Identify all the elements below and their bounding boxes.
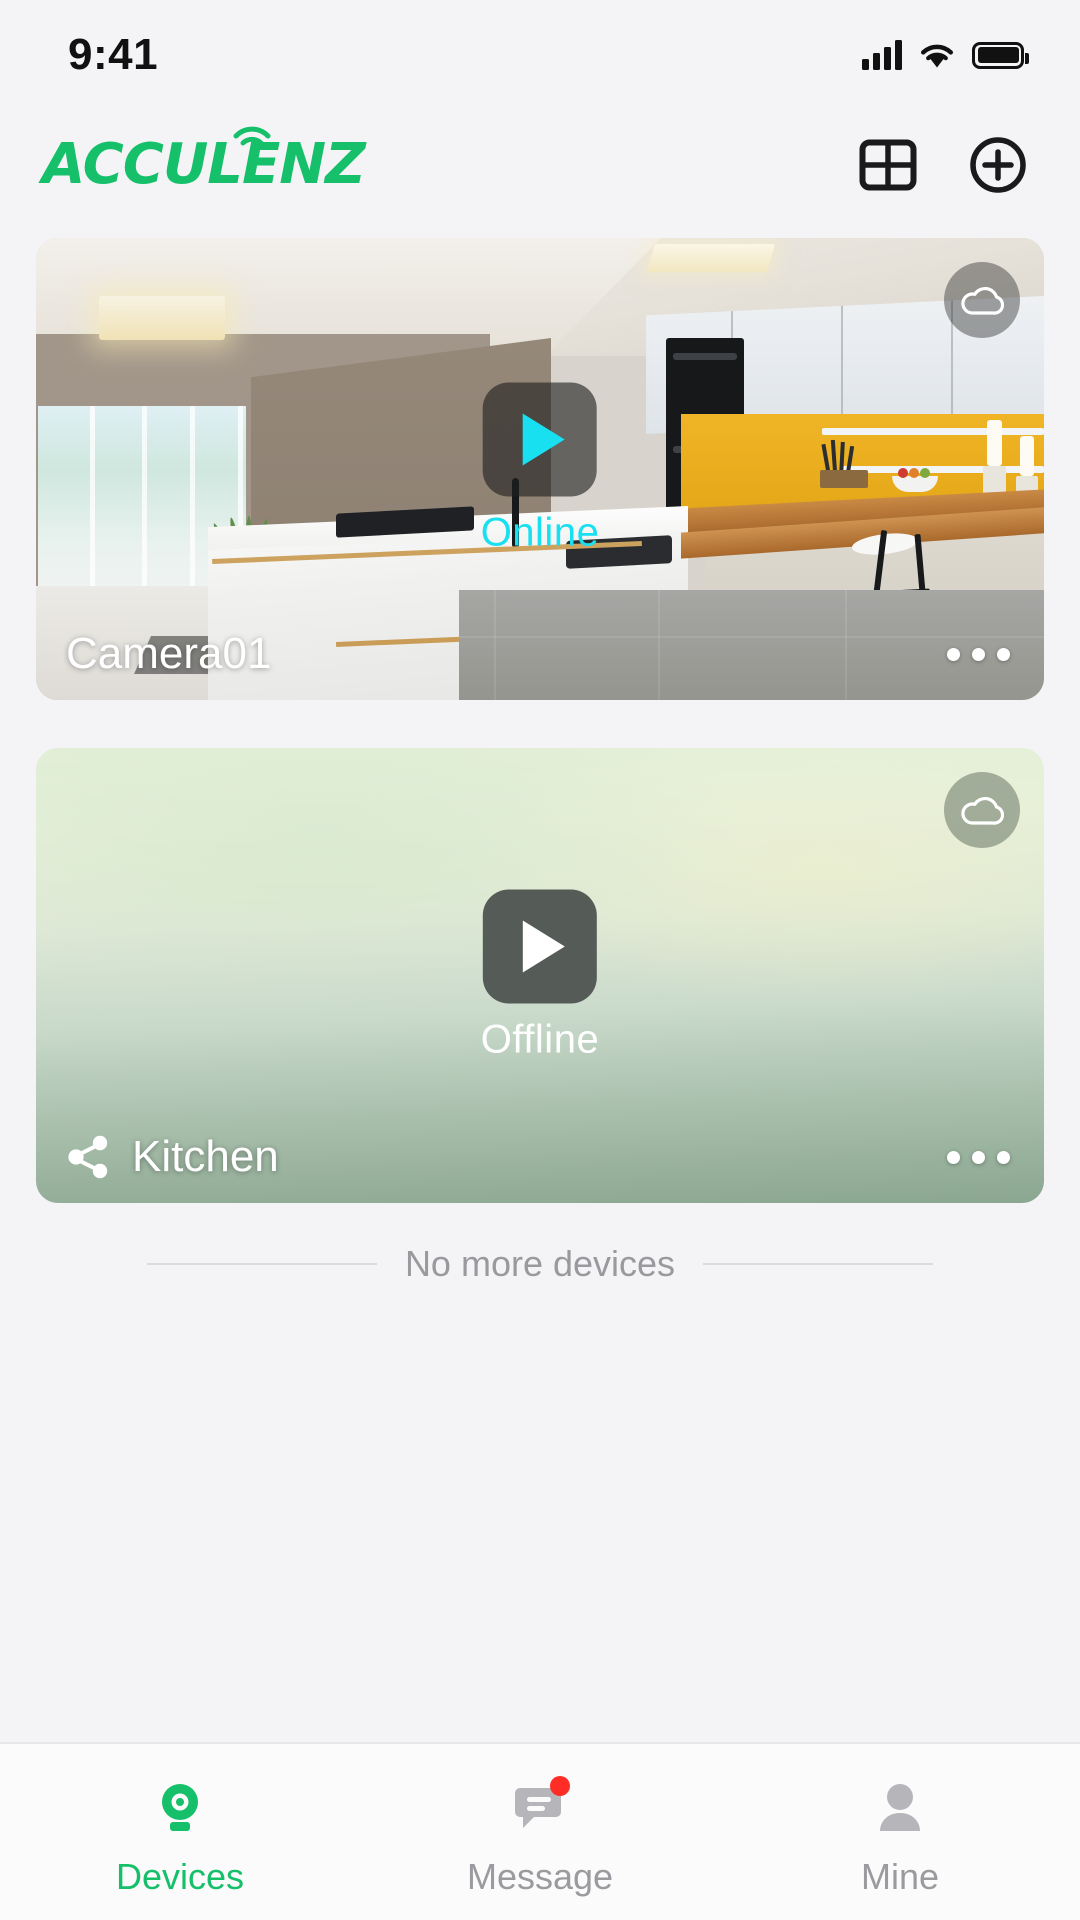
device-status-online: Online [480,510,600,555]
play-button[interactable] [483,382,597,497]
device-name-group: Kitchen [66,1132,279,1182]
play-button[interactable] [482,889,597,1003]
status-bar-indicators [862,40,1029,70]
header-actions [856,133,1030,197]
device-name: Camera01 [66,629,272,678]
camera-icon [148,1776,212,1840]
grid-view-icon [859,139,917,191]
tab-mine-label: Mine [860,1856,940,1897]
bottom-tab-bar: Devices Message Mine [0,1742,1080,1920]
message-icon [508,1776,572,1840]
person-icon [868,1776,932,1840]
status-bar-time: 9:41 [68,30,159,79]
device-card-footer: Kitchen [36,1111,1044,1203]
play-icon [523,413,565,466]
cloud-storage-button[interactable] [944,262,1020,338]
add-device-button[interactable] [966,133,1030,197]
divider-left [146,1263,377,1265]
divider-right [703,1263,934,1265]
device-name: Kitchen [132,1132,279,1181]
device-name-group: Camera01 [66,629,271,679]
device-card-kitchen[interactable]: Offline Kitchen [36,748,1044,1203]
device-status-offline: Offline [480,1017,600,1061]
list-end-indicator: No more devices [36,1243,1044,1285]
play-overlay[interactable]: Offline [481,889,599,1062]
play-overlay[interactable]: Online [480,382,600,556]
logo-wifi-icon [233,126,271,146]
more-options-icon [947,1150,960,1164]
device-list: Online Camera01 Offline Kitchen No more … [0,220,1080,1742]
more-options-icon [947,647,960,661]
share-icon [68,1135,108,1179]
message-badge [550,1776,570,1796]
app-logo: ACCULENZ [42,126,366,197]
list-end-label: No more devices [404,1243,676,1284]
more-options-button[interactable] [947,647,1010,661]
cloud-icon [961,287,1004,315]
wifi-icon [921,44,953,68]
grid-view-button[interactable] [856,133,920,197]
cloud-storage-button[interactable] [944,772,1020,848]
battery-full-icon [972,41,1029,69]
tab-message-label: Message [466,1856,614,1897]
tab-devices-label: Devices [115,1856,245,1897]
tab-message[interactable]: Message [360,1744,720,1920]
app-screen: 9:41 ACCULENZ Online Camera01 Offline Ki… [0,0,1080,1920]
cellular-signal-icon [862,40,902,70]
more-options-button[interactable] [947,1150,1010,1164]
device-card-footer: Camera01 [36,608,1044,700]
tab-mine[interactable]: Mine [720,1744,1080,1920]
app-logo-text: ACCULENZ [42,132,366,197]
device-card-camera01[interactable]: Online Camera01 [36,238,1044,700]
app-header: ACCULENZ [0,110,1080,220]
status-bar: 9:41 [0,0,1080,110]
add-circle-icon [970,137,1026,193]
tab-devices[interactable]: Devices [0,1744,360,1920]
play-icon [522,920,565,972]
cloud-icon [961,797,1004,825]
